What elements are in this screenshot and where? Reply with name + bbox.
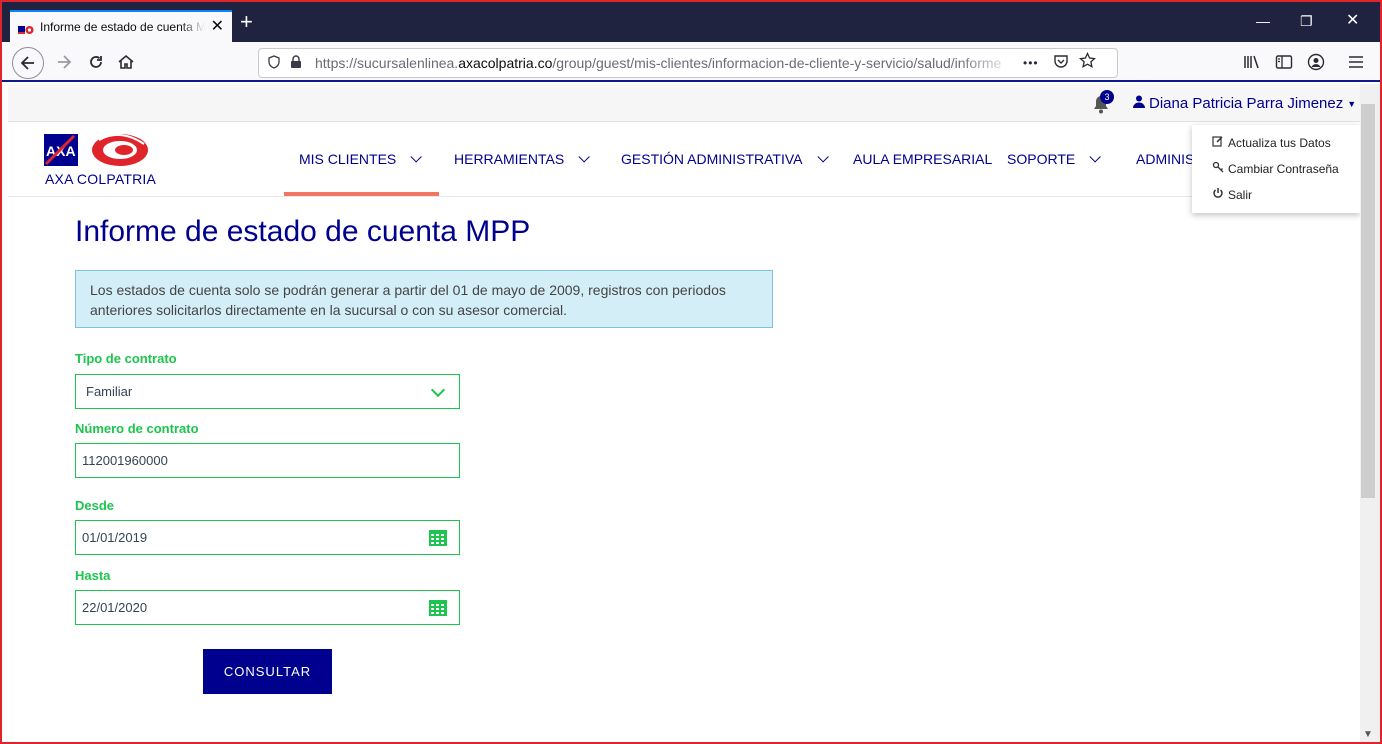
reload-icon[interactable]: [84, 50, 108, 74]
nav-label: MIS CLIENTES: [299, 151, 397, 167]
contract-type-label: Tipo de contrato: [75, 351, 177, 366]
scrollbar-thumb[interactable]: [1361, 104, 1375, 498]
to-date-label: Hasta: [75, 568, 111, 583]
nav-label: AULA EMPRESARIAL: [853, 151, 993, 167]
menu-item-label: Actualiza tus Datos: [1228, 135, 1331, 150]
notification-count-badge: 3: [1100, 90, 1114, 104]
forward-icon[interactable]: [52, 50, 76, 74]
back-icon[interactable]: [12, 47, 44, 79]
nav-herramientas[interactable]: HERRAMIENTAS: [454, 151, 590, 167]
chevron-down-icon: [1089, 151, 1101, 163]
key-icon: [1212, 161, 1224, 176]
new-tab-icon[interactable]: +: [240, 11, 253, 33]
url-path: /group/guest/mis-clientes/informacion-de…: [552, 55, 1002, 71]
nav-gestion-administrativa[interactable]: GESTIÓN ADMINISTRATIVA: [621, 151, 829, 167]
close-tab-icon[interactable]: ✕: [211, 19, 224, 35]
tab-title: Informe de estado de cuenta M: [40, 20, 205, 34]
user-menu-toggle[interactable]: Diana Patricia Parra Jimenez ▼: [1133, 95, 1356, 112]
caret-down-icon: ▼: [1347, 98, 1357, 109]
nav-mis-clientes[interactable]: MIS CLIENTES: [299, 151, 423, 167]
lock-icon[interactable]: [285, 54, 307, 72]
calendar-icon[interactable]: [429, 529, 447, 546]
browser-window: Informe de estado de cuenta M ✕ + — ❐ ✕: [0, 0, 1382, 744]
scroll-down-arrow-icon[interactable]: ▼: [1363, 729, 1373, 740]
notice-line: anteriores solicitarlos directamente en …: [90, 302, 567, 318]
notice-line: Los estados de cuenta solo se podrán gen…: [90, 282, 726, 298]
power-icon: [1212, 187, 1224, 202]
chevron-down-icon: [578, 151, 590, 163]
consultar-button[interactable]: CONSULTAR: [203, 649, 332, 694]
main-navigation: AXA AXA COLPATRIA MIS CLIENTES HERRAMIEN…: [8, 122, 1360, 197]
nav-aula-empresarial[interactable]: AULA EMPRESARIAL: [853, 151, 992, 167]
tracking-shield-icon[interactable]: [263, 54, 285, 72]
contract-type-value: Familiar: [86, 384, 133, 399]
address-bar[interactable]: https://sucursalenlinea.axacolpatria.co/…: [258, 48, 1118, 78]
site-favicon-icon: [18, 22, 34, 34]
bookmark-star-icon[interactable]: [1078, 51, 1096, 74]
to-date-value: 22/01/2020: [82, 600, 148, 615]
contract-number-value: 112001960000: [82, 453, 168, 468]
home-icon[interactable]: [114, 50, 138, 74]
from-date-input[interactable]: 01/01/2019: [75, 520, 460, 555]
web-page: 3 Diana Patricia Parra Jimenez ▼ AXA COL…: [8, 84, 1360, 742]
url-text: https://sucursalenlinea.axacolpatria.co/…: [315, 55, 1015, 71]
tab-strip: Informe de estado de cuenta M ✕ + — ❐ ✕: [2, 2, 1380, 42]
page-title: Informe de estado de cuenta MPP: [75, 215, 531, 248]
info-notice: Los estados de cuenta solo se podrán gen…: [75, 270, 773, 328]
nav-label: HERRAMIENTAS: [454, 151, 565, 167]
from-date-value: 01/01/2019: [82, 530, 148, 545]
nav-soporte[interactable]: SOPORTE: [1007, 151, 1101, 167]
chevron-down-icon: [816, 151, 829, 163]
contract-number-input[interactable]: 112001960000: [75, 443, 460, 478]
menu-item-label: Cambiar Contraseña: [1228, 161, 1339, 176]
edit-icon: [1212, 135, 1224, 150]
nav-label: SOPORTE: [1007, 151, 1076, 167]
library-icon[interactable]: [1240, 50, 1264, 74]
close-window-icon[interactable]: ✕: [1346, 13, 1359, 29]
active-nav-indicator: [284, 192, 439, 196]
url-domain: axacolpatria.co: [458, 55, 553, 71]
url-prefix: https://sucursalenlinea.: [315, 55, 459, 71]
user-dropdown-menu: Actualiza tus Datos Cambiar Contraseña S…: [1192, 125, 1360, 213]
menu-item-salir[interactable]: Salir: [1212, 187, 1252, 202]
menu-item-cambiar-contrasena[interactable]: Cambiar Contraseña: [1212, 161, 1339, 176]
account-icon[interactable]: [1304, 50, 1328, 74]
sidebar-icon[interactable]: [1272, 50, 1296, 74]
menu-item-actualiza-datos[interactable]: Actualiza tus Datos: [1212, 135, 1331, 150]
from-date-label: Desde: [75, 498, 115, 513]
user-name: Diana Patricia Parra Jimenez: [1149, 95, 1344, 112]
contract-type-select[interactable]: Familiar: [75, 374, 460, 409]
nav-label: GESTIÓN ADMINISTRATIVA: [621, 151, 803, 167]
browser-tab[interactable]: Informe de estado de cuenta M ✕: [10, 10, 232, 42]
logo-text: AXA COLPATRIA: [45, 171, 157, 187]
vertical-scrollbar[interactable]: ▼: [1360, 84, 1380, 742]
hamburger-menu-icon[interactable]: [1344, 50, 1368, 74]
pocket-icon[interactable]: [1053, 53, 1069, 74]
chevron-down-icon: [410, 151, 423, 163]
calendar-icon[interactable]: [429, 599, 447, 616]
navigation-toolbar: https://sucursalenlinea.axacolpatria.co/…: [2, 42, 1380, 82]
menu-item-label: Salir: [1228, 187, 1253, 202]
restore-icon[interactable]: ❐: [1300, 14, 1313, 28]
user-icon: [1133, 95, 1145, 112]
user-bar: 3 Diana Patricia Parra Jimenez ▼: [8, 84, 1360, 122]
to-date-input[interactable]: 22/01/2020: [75, 590, 460, 625]
contract-number-label: Número de contrato: [75, 421, 199, 436]
minimize-icon[interactable]: —: [1256, 14, 1270, 28]
page-actions-icon[interactable]: •••: [1023, 56, 1039, 70]
chevron-down-icon: [430, 382, 446, 397]
